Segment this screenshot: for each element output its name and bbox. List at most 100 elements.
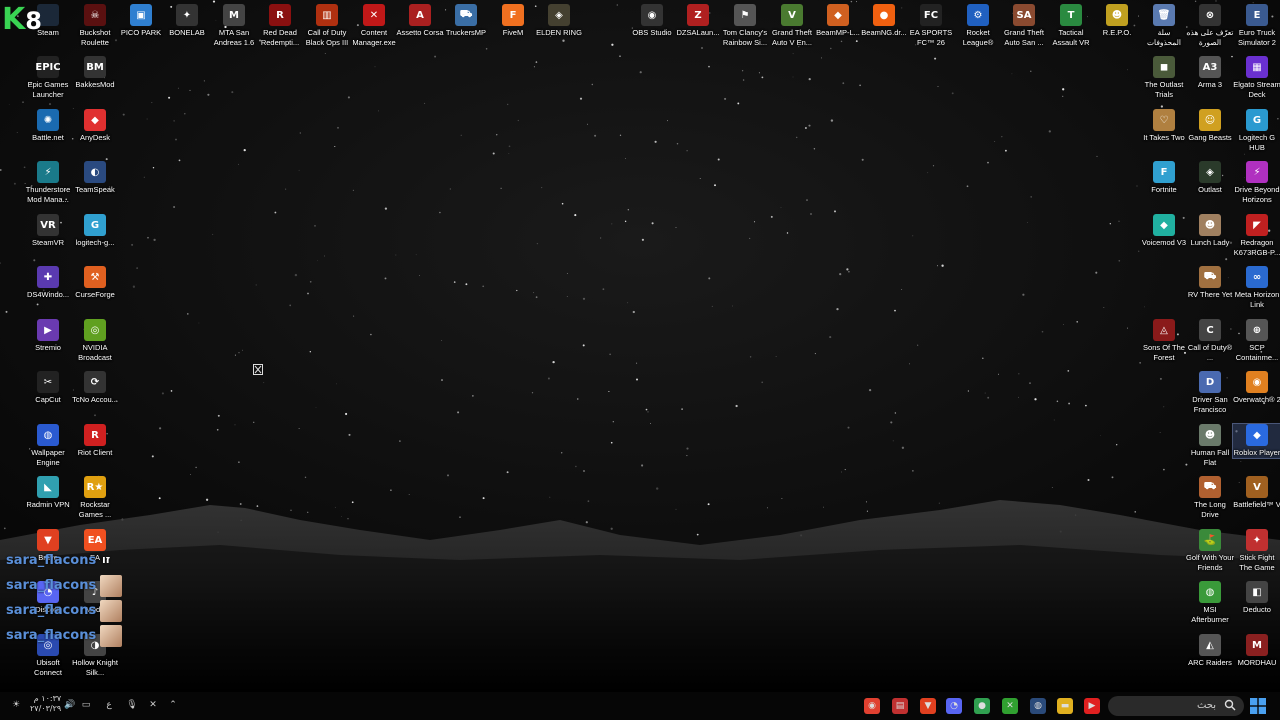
desktop-icon-steamvr[interactable]: VR SteamVR — [24, 214, 72, 248]
desktop-icon-humanfall[interactable]: ☻ Human Fall Flat — [1186, 424, 1234, 468]
desktop-icon-elgato[interactable]: ▦ Elgato Stream Deck — [1233, 56, 1280, 100]
desktop-icon-cm[interactable]: ✕ Content Manager.exe — [350, 4, 398, 48]
desktop-icon-stremio[interactable]: ▶ Stremio — [24, 319, 72, 353]
windows-start-button[interactable] — [1250, 698, 1266, 714]
desktop-icon-dzsa[interactable]: Z DZSALaun... — [674, 4, 722, 38]
star — [583, 470, 585, 472]
desktop-icon-rocket[interactable]: ⚙ Rocket League® — [954, 4, 1002, 48]
desktop-icon-pico[interactable]: ▣ PICO PARK — [117, 4, 165, 38]
desktop-icon-bf5[interactable]: V Battlefield™ V — [1233, 476, 1280, 510]
desktop-icon-ar1[interactable]: 🗑 سلة المحذوفات — [1140, 4, 1188, 48]
desktop-icon-tactical[interactable]: T Tactical Assault VR — [1047, 4, 1095, 48]
taskbar-xbox-icon[interactable]: ✕ — [1002, 698, 1018, 714]
taskbar-explorer-icon[interactable]: ▬ — [1057, 698, 1073, 714]
desktop-icon-mordhau[interactable]: M MORDHAU — [1233, 634, 1280, 668]
desktop-icon-teamspeak[interactable]: ◐ TeamSpeak — [71, 161, 119, 195]
desktop-icon-epic[interactable]: EPIC Epic Games Launcher — [24, 56, 72, 100]
desktop-icon-driversf[interactable]: D Driver San Francisco — [1186, 371, 1234, 415]
mute-icon[interactable]: ✕ — [147, 699, 159, 711]
desktop-icon-thunderstore[interactable]: ⚡ Thunderstore Mod Mana... — [24, 161, 72, 205]
volume-icon[interactable]: 🔊 — [64, 699, 76, 711]
desktop-icon-buckshot[interactable]: ☠ Buckshot Roulette — [71, 4, 119, 48]
desktop-icon-tcno[interactable]: ⟳ TcNo Accou... — [71, 371, 119, 405]
desktop-icon-ar2[interactable]: ⊗ تعرّف على هذه الصورة — [1186, 4, 1234, 48]
desktop-icon-msi[interactable]: ◍ MSI Afterburner — [1186, 581, 1234, 625]
taskbar-chrome-icon[interactable]: ● — [974, 698, 990, 714]
desktop-icon-gta5[interactable]: V Grand Theft Auto V En... — [768, 4, 816, 48]
desktop-icon-wallpaper[interactable]: ◍ Wallpaper Engine — [24, 424, 72, 468]
desktop-icon-metahorizon[interactable]: ∞ Meta Horizon Link — [1233, 266, 1280, 310]
desktop-icon-truckersmp[interactable]: ⛟ TruckersMP — [442, 4, 490, 38]
desktop-icon-longdrive[interactable]: ⛟ The Long Drive — [1186, 476, 1234, 520]
mordhau-icon: M — [1246, 634, 1268, 656]
taskbar-overwatch-icon[interactable]: ◉ — [864, 698, 880, 714]
desktop-icon-bonelab[interactable]: ✦ BONELAB — [163, 4, 211, 38]
star — [419, 275, 420, 276]
taskbar-youtube-icon[interactable]: ▶ — [1084, 698, 1100, 714]
desktop-icon-fivem[interactable]: F FiveM — [489, 4, 537, 38]
desktop-icon-voicemod[interactable]: ◆ Voicemod V3 — [1140, 214, 1188, 248]
taskbar-steam-icon[interactable]: ◍ — [1030, 698, 1046, 714]
star — [334, 145, 336, 148]
star — [1085, 404, 1087, 407]
microphone-icon[interactable]: 🎙 — [126, 699, 138, 711]
desktop-icon-mta[interactable]: M MTA San Andreas 1.6 — [210, 4, 258, 48]
star — [806, 199, 808, 201]
desktop-icon-assetto[interactable]: A Assetto Corsa — [396, 4, 444, 38]
desktop-icon-riot[interactable]: R Riot Client — [71, 424, 119, 458]
desktop-icon-sonsforest[interactable]: ◬ Sons Of The Forest — [1140, 319, 1188, 363]
taskbar-brave-icon[interactable]: ▼ — [920, 698, 936, 714]
desktop-icon-arcraiders[interactable]: ◭ ARC Raiders — [1186, 634, 1234, 668]
desktop-icon-overwatch[interactable]: ◉ Overwatch® 2 — [1233, 371, 1280, 405]
desktop-icon-capcut[interactable]: ✂ CapCut — [24, 371, 72, 405]
desktop-icon-outlast_trials[interactable]: ◼ The Outlast Trials — [1140, 56, 1188, 100]
desktop-icon-obs[interactable]: ◉ OBS Studio — [628, 4, 676, 38]
desktop-icon-outlast[interactable]: ◈ Outlast — [1186, 161, 1234, 195]
desktop-icon-repo[interactable]: ☻ R.E.P.O. — [1093, 4, 1141, 38]
desktop-icon-redragon[interactable]: ◤ Redragon K673RGB-P... — [1233, 214, 1280, 258]
desktop-icon-rdr[interactable]: R Red Dead Redempti... — [256, 4, 304, 48]
desktop-icon-label: Stremio — [35, 343, 61, 352]
desktop-icon-cod[interactable]: ▥ Call of Duty Black Ops III — [303, 4, 351, 48]
desktop-icon-deducto[interactable]: ◧ Deducto — [1233, 581, 1280, 615]
desktop-icon-arma3[interactable]: A3 Arma 3 — [1186, 56, 1234, 90]
desktop-icon-gtasa[interactable]: SA Grand Theft Auto San ... — [1000, 4, 1048, 48]
desktop-icon-label: Red Dead Redempti... — [260, 28, 300, 47]
star — [566, 296, 568, 298]
desktop-icon-lunchlady[interactable]: ☻ Lunch Lady — [1186, 214, 1234, 248]
desktop-icon-ets2[interactable]: E Euro Truck Simulator 2 — [1233, 4, 1280, 48]
taskbar-mystery-icon[interactable]: ▤ — [892, 698, 908, 714]
desktop-icon-curseforge[interactable]: ⚒ CurseForge — [71, 266, 119, 300]
chevron-up-icon[interactable]: ⌃ — [167, 699, 179, 711]
desktop-icon-anydesk[interactable]: ◆ AnyDesk — [71, 109, 119, 143]
search-box[interactable]: بحث — [1108, 696, 1244, 716]
desktop-icon-eldenring[interactable]: ◈ ELDEN RING — [535, 4, 583, 38]
desktop-icon-scp[interactable]: ⊕ SCP Containme... — [1233, 319, 1280, 363]
desktop-icon-beammp[interactable]: ◆ BeamMP-L... — [814, 4, 862, 38]
network-icon[interactable]: ▭ — [80, 699, 92, 711]
weather-icon[interactable]: ☀ — [10, 699, 22, 711]
desktop-icon-beamng[interactable]: ● BeamNG.dr... — [860, 4, 908, 38]
clock[interactable]: ١٠:٣٧ م ٢٧/٠٣/٢٩ — [30, 694, 61, 714]
desktop-icon-fc26[interactable]: FC EA SPORTS FC™ 26 — [907, 4, 955, 48]
desktop-icon-r6[interactable]: ⚑ Tom Clancy's Rainbow Si... — [721, 4, 769, 48]
desktop-icon-ittakestwo[interactable]: ♡ It Takes Two — [1140, 109, 1188, 143]
desktop-icon-bakkes[interactable]: BM BakkesMod — [71, 56, 119, 90]
language-indicator[interactable]: ع — [103, 699, 115, 711]
taskbar-discord-icon[interactable]: ◔ — [946, 698, 962, 714]
desktop-icon-ds4[interactable]: ✚ DS4Windo... — [24, 266, 72, 300]
desktop-icon-ghub[interactable]: G Logitech G HUB — [1233, 109, 1280, 153]
desktop-icon-rockstar[interactable]: R★ Rockstar Games ... — [71, 476, 119, 520]
desktop-icon-logitechg[interactable]: Glogitech-g... — [71, 214, 119, 248]
desktop-icon-golf[interactable]: ⛳ Golf With Your Friends — [1186, 529, 1234, 573]
desktop-icon-drivebeyond[interactable]: ⚡ Drive Beyond Horizons — [1233, 161, 1280, 205]
desktop-icon-stickfight[interactable]: ✦ Stick Fight The Game — [1233, 529, 1280, 573]
desktop-icon-battlenet[interactable]: ✺ Battle.net — [24, 109, 72, 143]
desktop-icon-radmin[interactable]: ◣ Radmin VPN — [24, 476, 72, 510]
desktop-icon-roblox[interactable]: ◆ Roblox Player — [1232, 423, 1280, 459]
desktop-icon-codmw[interactable]: C Call of Duty® ... — [1186, 319, 1234, 363]
desktop-icon-rvthere[interactable]: ⛟ RV There Yet — [1186, 266, 1234, 300]
desktop-icon-gangbeasts[interactable]: ☺ Gang Beasts — [1186, 109, 1234, 143]
desktop-icon-fortnite[interactable]: F Fortnite — [1140, 161, 1188, 195]
desktop-icon-nvidia[interactable]: ◎ NVIDIA Broadcast — [71, 319, 119, 363]
